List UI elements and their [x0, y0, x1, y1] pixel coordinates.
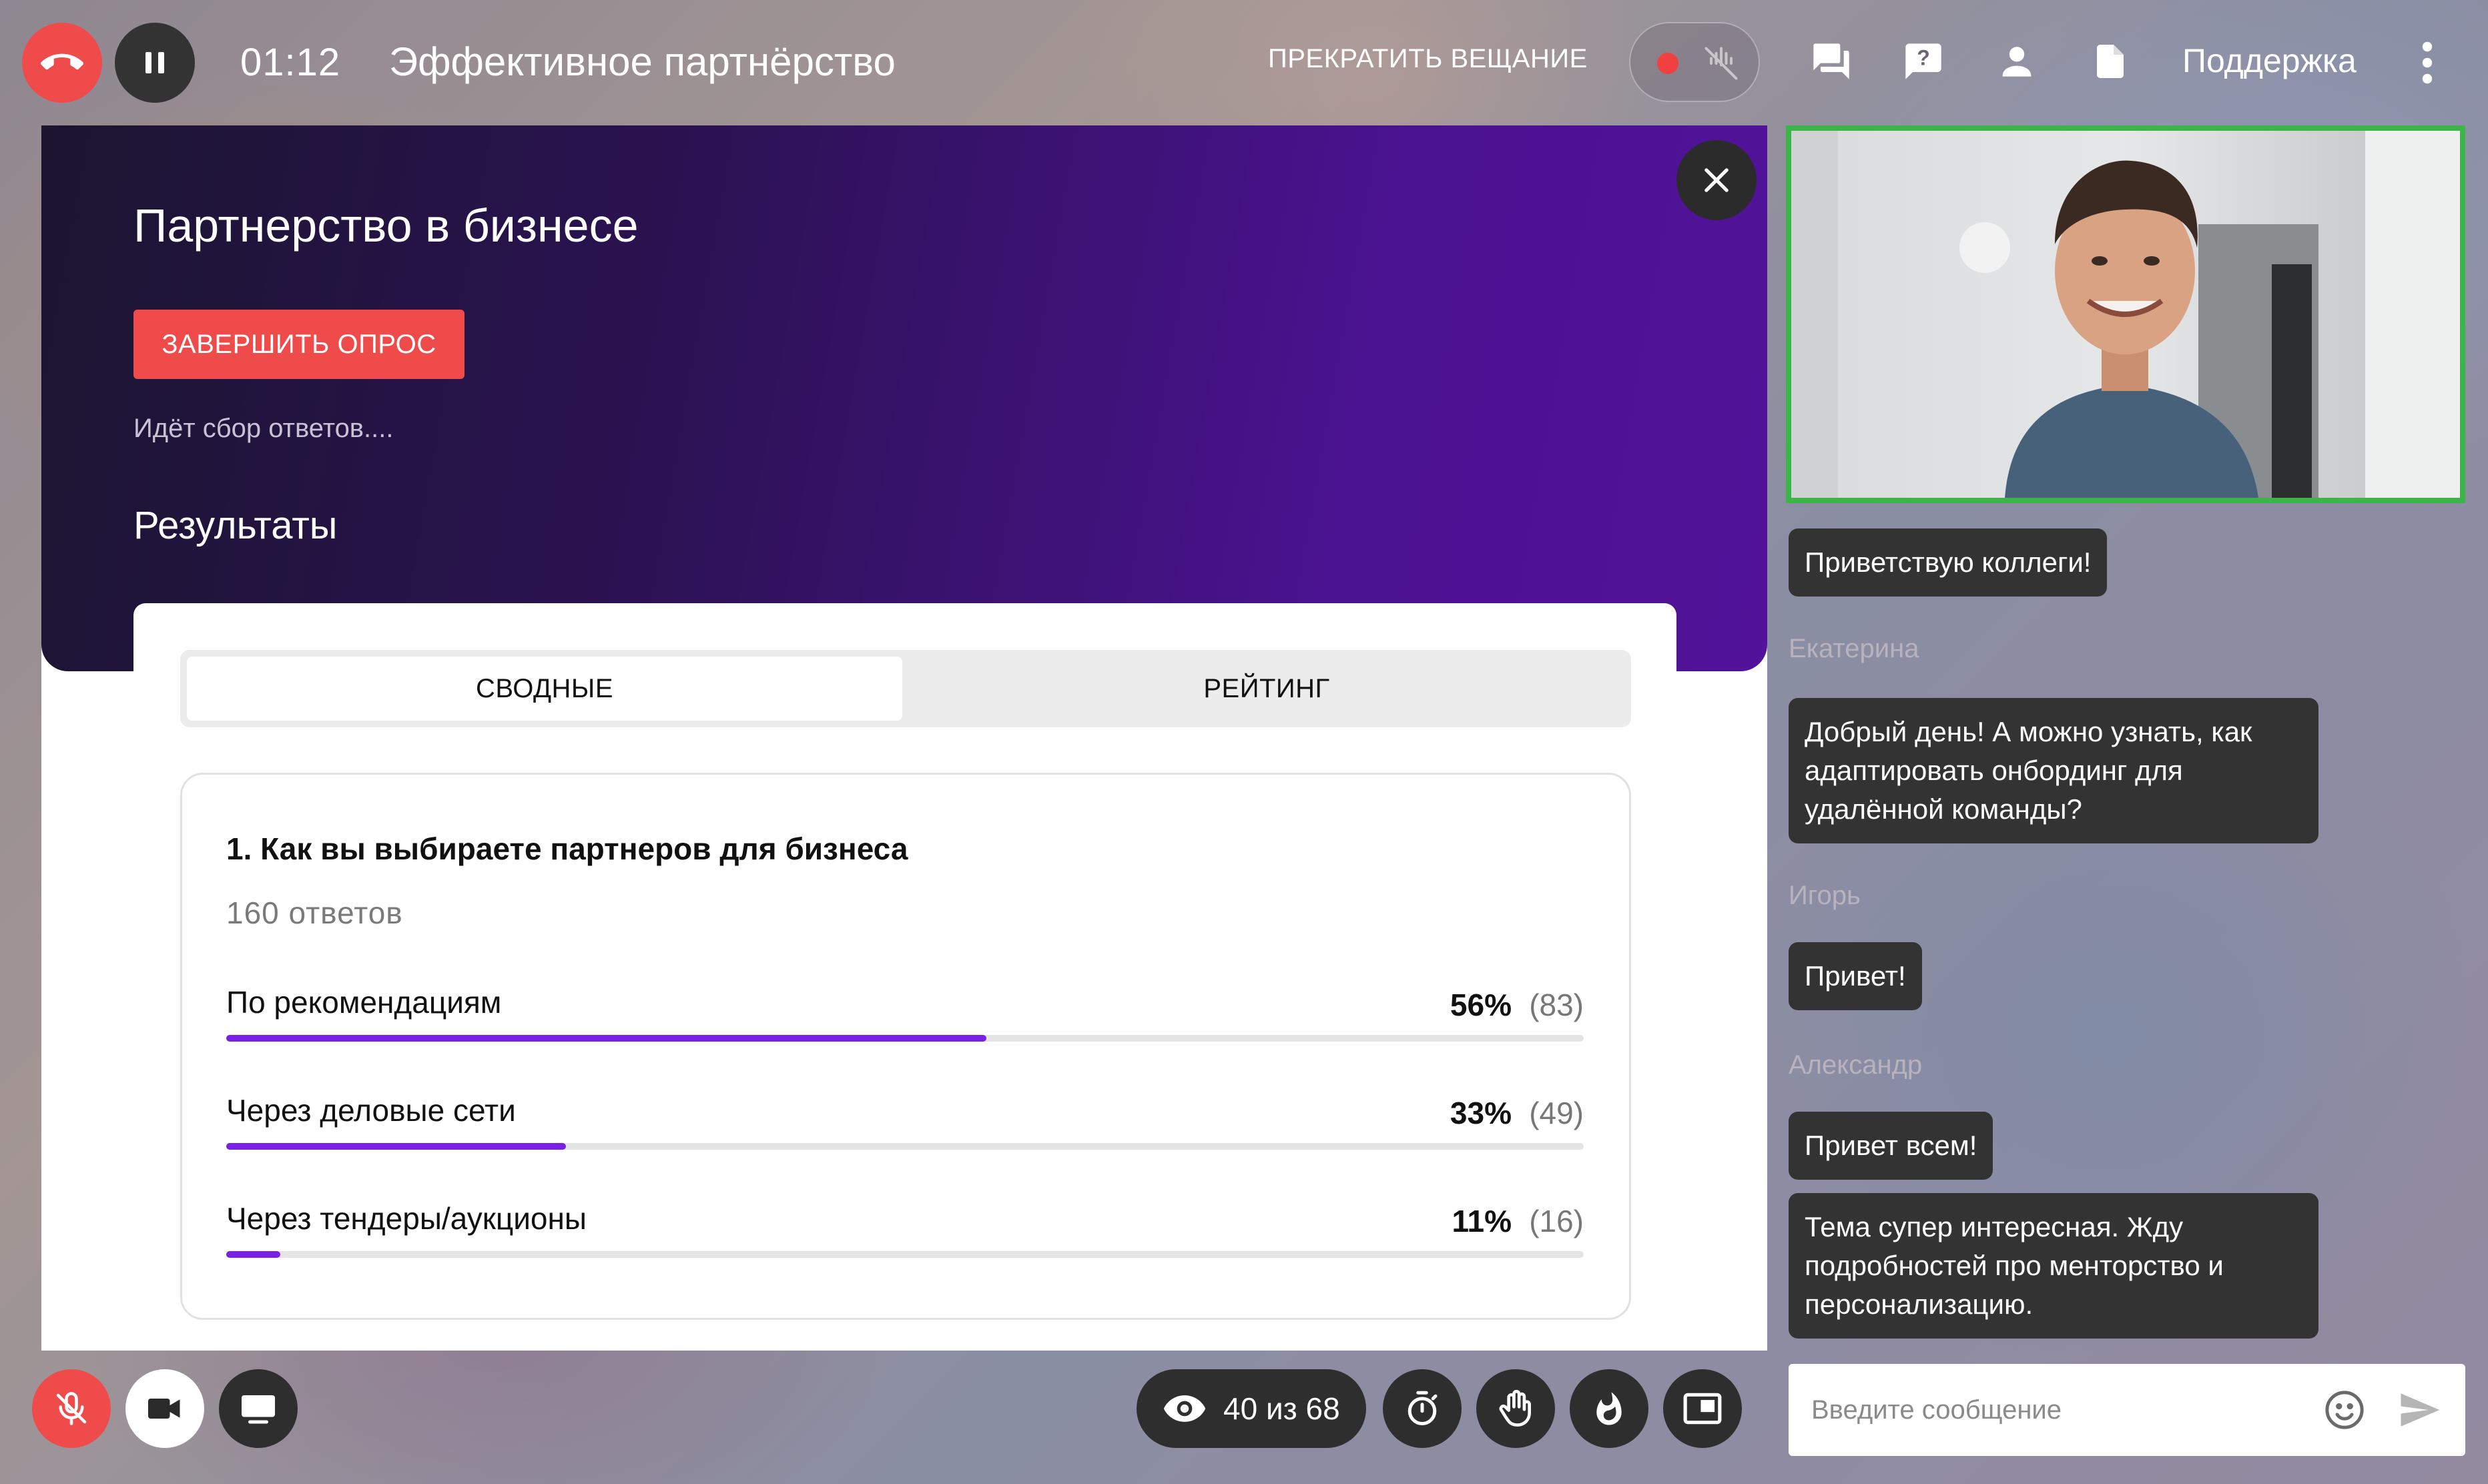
close-poll-button[interactable] — [1676, 140, 1757, 220]
screen-share-button[interactable] — [219, 1369, 298, 1448]
timer-icon — [1402, 1389, 1442, 1429]
message-author: Екатерина — [1789, 634, 1919, 663]
top-bar: 01:12 Эффективное партнёрство ПРЕКРАТИТЬ… — [0, 0, 2488, 125]
viewers-count: 40 из 68 — [1223, 1391, 1340, 1426]
poll-header: Партнерство в бизнесе ЗАВЕРШИТЬ ОПРОС Ид… — [41, 125, 1767, 671]
finish-poll-button[interactable]: ЗАВЕРШИТЬ ОПРОС — [133, 310, 464, 379]
question-title: 1. Как вы выбираете партнеров для бизнес… — [226, 831, 908, 866]
results-card: СВОДНЫЕ РЕЙТИНГ 1. Как вы выбираете парт… — [133, 603, 1676, 1351]
document-icon — [2090, 40, 2130, 83]
pause-button[interactable] — [115, 23, 195, 103]
stop-stream-button[interactable]: ПРЕКРАТИТЬ ВЕЩАНИЕ — [1268, 44, 1588, 74]
message-author: Игорь — [1789, 881, 1861, 910]
tab-rating[interactable]: РЕЙТИНГ — [909, 657, 1624, 721]
answer-label: Через деловые сети — [226, 1093, 516, 1128]
documents-button[interactable] — [2086, 37, 2134, 85]
record-dot-icon — [1657, 53, 1678, 74]
poll-title: Партнерство в бизнесе — [133, 200, 639, 252]
answer-label: По рекомендациям — [226, 985, 502, 1020]
answer-bar-track — [226, 1251, 1584, 1258]
results-heading: Результаты — [133, 504, 338, 547]
answer-bar-fill — [226, 1143, 566, 1150]
raise-hand-button[interactable] — [1476, 1369, 1555, 1448]
chat-icon — [1810, 40, 1853, 83]
chat-message: Тема супер интересная. Жду подробностей … — [1789, 1193, 2318, 1339]
answer-count: (16) — [1529, 1204, 1584, 1238]
question-results: 1. Как вы выбираете партнеров для бизнес… — [180, 773, 1631, 1320]
answer-label: Через тендеры/аукционы — [226, 1201, 587, 1236]
answer-row: Через тендеры/аукционы 11% (16) — [226, 1200, 1584, 1267]
answer-row: Через деловые сети 33% (49) — [226, 1092, 1584, 1159]
answer-percent: 11% — [1452, 1204, 1512, 1238]
results-tabs: СВОДНЫЕ РЕЙТИНГ — [180, 650, 1631, 727]
timer-button[interactable] — [1383, 1369, 1462, 1448]
emoji-button[interactable] — [2322, 1388, 2367, 1432]
questions-button[interactable]: ? — [1899, 37, 1947, 85]
support-link[interactable]: Поддержка — [2182, 41, 2357, 80]
question-icon: ? — [1902, 40, 1945, 83]
chat-message: Привет! — [1789, 942, 1922, 1010]
poll-status: Идёт сбор ответов.... — [133, 414, 394, 443]
reactions-button[interactable] — [1570, 1369, 1648, 1448]
hangup-icon — [41, 41, 83, 84]
screen-share-icon — [238, 1389, 278, 1429]
mic-off-icon — [51, 1389, 91, 1429]
call-timer: 01:12 — [240, 41, 341, 84]
answer-count: (83) — [1529, 988, 1584, 1022]
response-count: 160 ответов — [226, 895, 403, 930]
mic-off-icon — [1701, 43, 1741, 83]
raise-hand-icon — [1495, 1388, 1536, 1429]
svg-text:?: ? — [1917, 45, 1930, 69]
message-composer — [1789, 1364, 2465, 1456]
eye-icon — [1162, 1393, 1207, 1425]
picture-in-picture-button[interactable] — [1663, 1369, 1742, 1448]
participants-button[interactable] — [1993, 37, 2041, 85]
tab-summary[interactable]: СВОДНЫЕ — [187, 657, 902, 721]
more-vertical-icon — [2411, 39, 2444, 87]
more-menu-button[interactable] — [2411, 39, 2444, 87]
answer-bar-track — [226, 1143, 1584, 1150]
answer-percent: 56% — [1450, 988, 1512, 1022]
answer-count: (49) — [1529, 1096, 1584, 1130]
viewers-counter: 40 из 68 — [1137, 1369, 1366, 1448]
camera-toggle-button[interactable] — [125, 1369, 204, 1448]
close-icon — [1699, 163, 1734, 198]
chat-message: Добрый день! А можно узнать, как адаптир… — [1789, 698, 2318, 843]
answer-percent: 33% — [1450, 1096, 1512, 1130]
message-author: Александр — [1789, 1050, 1923, 1080]
chat-message: Приветствую коллеги! — [1789, 528, 2108, 597]
poll-panel: Партнерство в бизнесе ЗАВЕРШИТЬ ОПРОС Ид… — [41, 125, 1767, 1351]
fire-icon — [1590, 1388, 1628, 1429]
answer-bar-fill — [226, 1035, 987, 1042]
emoji-icon — [2322, 1388, 2367, 1432]
answer-bar-fill — [226, 1251, 281, 1258]
speaker-video[interactable] — [1786, 125, 2465, 503]
send-icon — [2396, 1388, 2443, 1432]
picture-in-picture-icon — [1682, 1390, 1723, 1427]
chat-toggle-button[interactable] — [1807, 37, 1855, 85]
recording-toggle[interactable] — [1629, 22, 1760, 102]
hangup-button[interactable] — [22, 23, 102, 103]
send-button[interactable] — [2396, 1388, 2443, 1432]
stream-title: Эффективное партнёрство — [389, 39, 896, 84]
pause-icon — [139, 47, 171, 79]
camera-icon — [145, 1389, 185, 1429]
answer-bar-track — [226, 1035, 1584, 1042]
mic-toggle-button[interactable] — [32, 1369, 111, 1448]
user-icon — [1995, 40, 2038, 83]
answer-row: По рекомендациям 56% (83) — [226, 984, 1584, 1051]
speaker-avatar — [1791, 131, 2460, 498]
chat-message: Привет всем! — [1789, 1112, 1993, 1180]
message-input[interactable] — [1811, 1387, 2332, 1433]
